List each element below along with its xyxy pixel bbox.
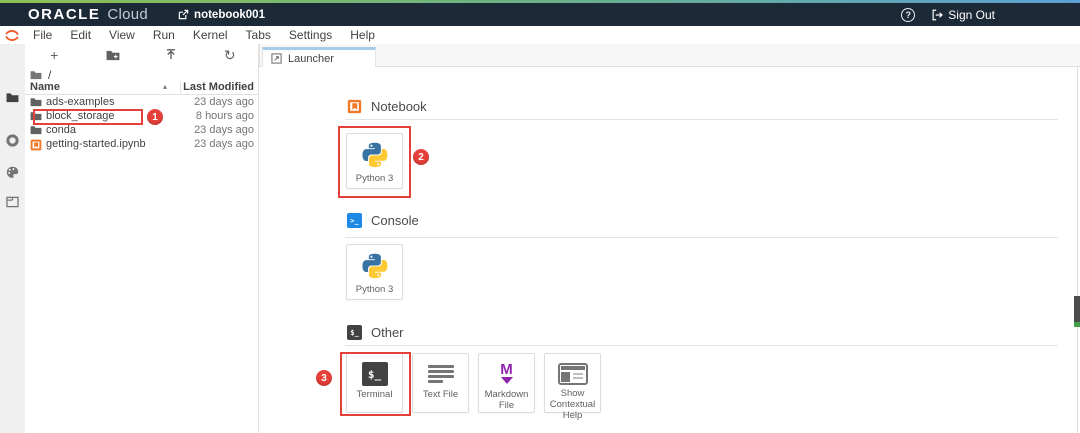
tab-launcher[interactable]: Launcher	[262, 47, 376, 67]
file-row-conda[interactable]: conda 23 days ago	[25, 124, 259, 138]
card-label: Show Contextual Help	[549, 388, 596, 421]
file-browser-panel: + ↻ / Name ▴ Last Modified ads-examples …	[25, 44, 259, 433]
section-title: Console	[371, 213, 419, 228]
app-window: ORACLE Cloud notebook001 ? Sign Out File…	[0, 0, 1080, 433]
breadcrumb-root: /	[48, 67, 52, 82]
command-palette-icon[interactable]	[6, 165, 19, 178]
card-label: Python 3	[355, 284, 394, 295]
cloud-wordmark: Cloud	[107, 6, 149, 23]
annotation-step-2: 2	[413, 149, 429, 165]
section-divider	[345, 345, 1058, 346]
menu-file[interactable]: File	[24, 28, 61, 42]
main-tab-bar	[259, 44, 1080, 67]
launcher-tab-icon	[271, 53, 282, 64]
scrollbar-position-marker	[1074, 322, 1080, 327]
scrollbar-track[interactable]	[1077, 67, 1078, 433]
menu-tabs[interactable]: Tabs	[237, 28, 280, 42]
refresh-button[interactable]: ↻	[221, 46, 239, 64]
sign-out-label: Sign Out	[948, 7, 995, 22]
menu-kernel[interactable]: Kernel	[184, 28, 237, 42]
left-activity-bar	[0, 44, 25, 433]
section-title: Other	[371, 325, 404, 340]
new-launcher-button[interactable]: +	[45, 46, 63, 64]
file-row-getting-started[interactable]: getting-started.ipynb 23 days ago	[25, 138, 259, 152]
file-modified: 23 days ago	[194, 124, 254, 136]
file-name: conda	[46, 124, 76, 136]
section-header-other: $_ Other	[347, 325, 404, 340]
oracle-logo: ORACLE	[28, 6, 101, 23]
column-name[interactable]: Name	[30, 81, 60, 93]
file-modified: 8 hours ago	[195, 110, 254, 122]
breadcrumb[interactable]: /	[30, 67, 51, 82]
section-divider	[345, 119, 1058, 120]
text-file-icon	[427, 362, 454, 386]
markdown-icon: M	[494, 360, 520, 386]
sort-ascending-icon: ▴	[163, 82, 168, 91]
annotation-box-notebook-python3	[338, 126, 411, 198]
launcher-tab-label: Launcher	[288, 52, 334, 65]
file-browser-icon[interactable]	[6, 91, 19, 104]
annotation-step-3: 3	[316, 370, 332, 386]
notebook-section-icon	[347, 99, 362, 114]
annotation-box-block-storage	[33, 109, 143, 125]
python-logo-icon	[360, 251, 390, 281]
folder-icon	[30, 97, 42, 109]
contextual-help-icon	[557, 363, 588, 385]
console-section-icon: >_	[347, 213, 362, 228]
notebook-app-logo-icon	[0, 29, 24, 42]
oracle-cloud-topbar: ORACLE Cloud notebook001 ? Sign Out	[0, 3, 1080, 26]
card-label: Markdown File	[484, 389, 529, 411]
help-icon[interactable]: ?	[901, 7, 916, 22]
instance-name: notebook001	[194, 8, 265, 21]
menu-run[interactable]: Run	[144, 28, 184, 42]
external-link-icon	[178, 9, 189, 20]
menu-help[interactable]: Help	[341, 28, 384, 42]
annotation-box-terminal	[340, 352, 411, 416]
section-divider	[345, 237, 1058, 238]
file-list-header: Name ▴ Last Modified	[25, 81, 259, 95]
column-divider	[180, 82, 181, 93]
launcher-card-console-python3[interactable]: Python 3	[346, 244, 403, 300]
file-modified: 23 days ago	[194, 96, 254, 108]
scrollbar-thumb[interactable]	[1074, 296, 1080, 322]
launcher-card-text-file[interactable]: Text File	[412, 353, 469, 413]
menu-edit[interactable]: Edit	[61, 28, 100, 42]
section-title: Notebook	[371, 99, 427, 114]
running-kernels-icon[interactable]	[6, 134, 19, 147]
file-name: ads-examples	[46, 96, 115, 108]
menu-settings[interactable]: Settings	[280, 28, 341, 42]
file-row-ads-examples[interactable]: ads-examples 23 days ago	[25, 96, 259, 110]
card-label: Text File	[422, 389, 459, 400]
menu-bar: File Edit View Run Kernel Tabs Settings …	[0, 26, 1080, 44]
section-header-console: >_ Console	[347, 213, 419, 228]
annotation-step-1: 1	[147, 109, 163, 125]
file-browser-toolbar: + ↻	[25, 44, 259, 66]
launcher-card-contextual-help[interactable]: Show Contextual Help	[544, 353, 601, 421]
notebook-file-icon	[30, 139, 42, 151]
open-tabs-icon[interactable]	[6, 195, 19, 208]
menu-view[interactable]: View	[100, 28, 144, 42]
terminal-section-icon: $_	[347, 325, 362, 340]
notebook-instance-link[interactable]: notebook001	[178, 9, 265, 21]
section-header-notebook: Notebook	[347, 99, 427, 114]
launcher-card-markdown-file[interactable]: M Markdown File	[478, 353, 535, 413]
sign-out-icon	[931, 9, 944, 21]
column-last-modified[interactable]: Last Modified	[183, 81, 254, 93]
folder-icon	[30, 125, 42, 137]
sign-out-button[interactable]: Sign Out	[931, 8, 995, 22]
file-name: getting-started.ipynb	[46, 138, 146, 150]
upload-button[interactable]	[162, 46, 180, 64]
folder-icon	[30, 70, 42, 79]
file-modified: 23 days ago	[194, 138, 254, 150]
new-folder-button[interactable]	[104, 46, 122, 64]
